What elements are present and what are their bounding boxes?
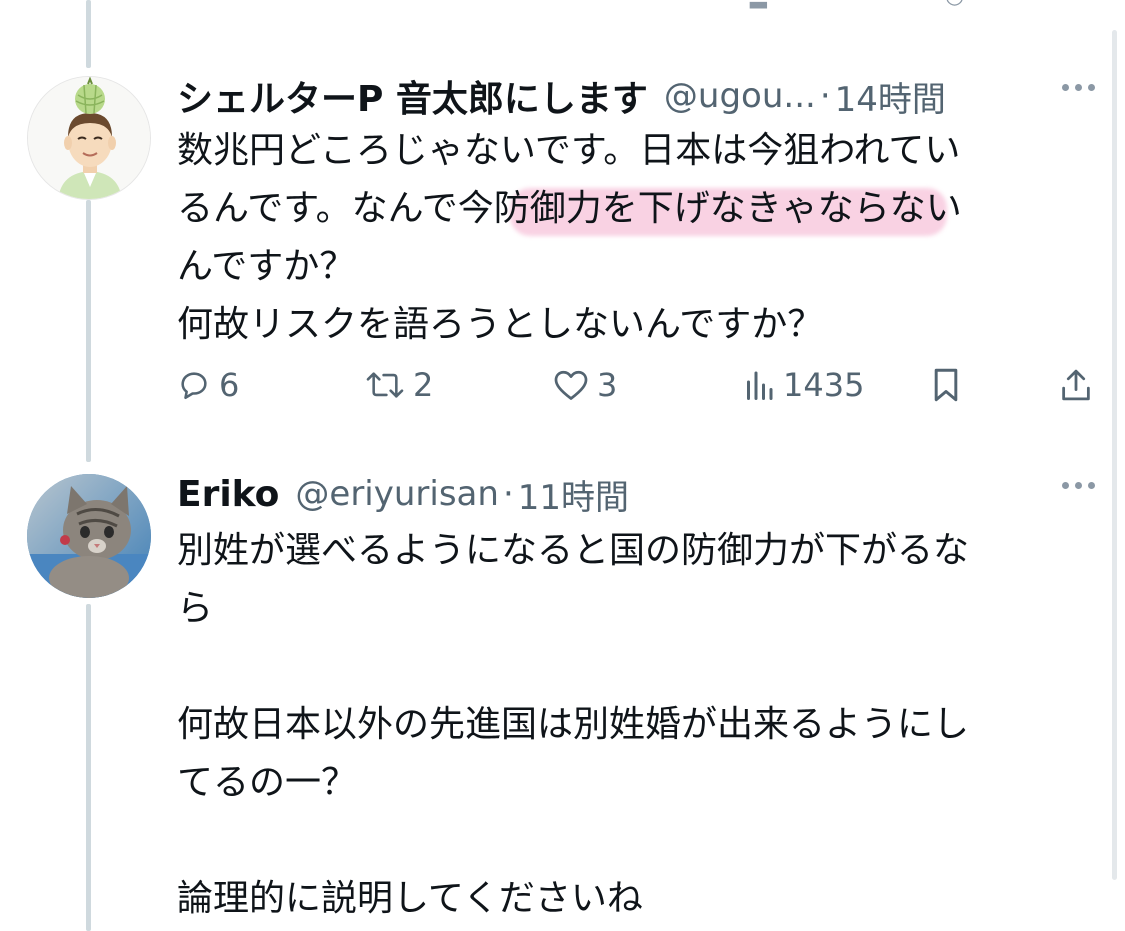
retweet-count: 2 bbox=[413, 366, 434, 404]
tweet-text-line: 何故リスクを語ろうとしないんですか？ bbox=[177, 304, 824, 345]
tweet-text: 数兆円どころじゃないです。日本は今狙われてい るんです。なんで今防御力を下げなきゃ… bbox=[177, 122, 1057, 354]
thread-line-bottom bbox=[86, 604, 91, 931]
tweet-text-line: んですか？ bbox=[177, 246, 356, 287]
views-button[interactable]: 1435 bbox=[743, 360, 864, 410]
tweet-header: シェルターP 音太郎にします @ugou... · 14時間 bbox=[177, 72, 946, 120]
timestamp[interactable]: 14時間 bbox=[835, 72, 946, 121]
share-icon bbox=[1062, 369, 1090, 401]
tweet-text-line: てるの一？ bbox=[177, 762, 358, 803]
reply-button[interactable]: 6 bbox=[177, 360, 239, 410]
tweet-text-line bbox=[177, 638, 1057, 696]
avatar[interactable] bbox=[27, 474, 151, 598]
reply-icon bbox=[181, 372, 207, 400]
tweet-header: Eriko @eriyurisan · 11時間 bbox=[177, 470, 629, 518]
like-button[interactable]: 3 bbox=[553, 360, 617, 410]
share-icon[interactable]: ▔ bbox=[1065, 0, 1082, 8]
melon-head-person-avatar-icon bbox=[28, 77, 150, 199]
avatar[interactable] bbox=[27, 76, 151, 200]
author-name[interactable]: Eriko bbox=[177, 474, 279, 515]
retweet-icon bbox=[366, 372, 404, 398]
views-icon[interactable]: ▂ bbox=[750, 0, 767, 8]
previous-tweet-action-bar: ◠ ◠ ▂ ◡ ▔ bbox=[0, 0, 1125, 8]
thread-line-top bbox=[86, 0, 91, 68]
bookmark-icon bbox=[934, 368, 958, 402]
bookmark-icon[interactable]: ◡ bbox=[945, 0, 964, 8]
tweet-text-line: 別姓が選べるようになると国の防御力が下がるな bbox=[177, 530, 970, 571]
separator-dot: · bbox=[502, 474, 514, 514]
tweet-text-line: るんです。なんで今防御力を下げなきゃならない bbox=[177, 188, 962, 229]
tweet-text-line bbox=[177, 812, 1057, 870]
more-options-icon[interactable] bbox=[1062, 84, 1095, 91]
tweet-text-line: ら bbox=[177, 588, 214, 629]
view-count: 1435 bbox=[783, 366, 865, 404]
author-name[interactable]: シェルターP 音太郎にします bbox=[177, 70, 648, 122]
tweet-actions: 6 2 3 1435 bbox=[177, 360, 1095, 410]
reply-icon[interactable]: ◠ bbox=[180, 0, 199, 8]
more-options-icon[interactable] bbox=[1062, 482, 1095, 489]
bookmark-button[interactable] bbox=[931, 360, 961, 410]
views-icon bbox=[747, 371, 773, 400]
scrollbar[interactable] bbox=[1112, 30, 1117, 880]
tweet-text-line: 数兆円どころじゃないです。日本は今狙われてい bbox=[177, 130, 961, 171]
cat-photo-avatar-icon bbox=[27, 474, 151, 598]
timestamp[interactable]: 11時間 bbox=[518, 470, 629, 519]
retweet-icon[interactable]: ◠ bbox=[540, 0, 559, 8]
reply-count: 6 bbox=[219, 366, 240, 404]
separator-dot: · bbox=[819, 76, 831, 116]
author-handle[interactable]: @eriyurisan bbox=[295, 474, 499, 514]
share-button[interactable] bbox=[1059, 360, 1093, 410]
author-handle[interactable]: @ugou... bbox=[664, 76, 816, 116]
tweet-text-line: 論理的に説明してくださいね bbox=[177, 878, 643, 919]
heart-icon bbox=[554, 370, 588, 400]
retweet-button[interactable]: 2 bbox=[365, 360, 433, 410]
thread-line-middle bbox=[86, 200, 91, 462]
tweet-text: 別姓が選べるようになると国の防御力が下がるなら何故日本以外の先進国は別姓婚が出来… bbox=[177, 522, 1057, 928]
tweet-text-line: 何故日本以外の先進国は別姓婚が出来るようにし bbox=[177, 704, 970, 745]
like-count: 3 bbox=[597, 366, 618, 404]
